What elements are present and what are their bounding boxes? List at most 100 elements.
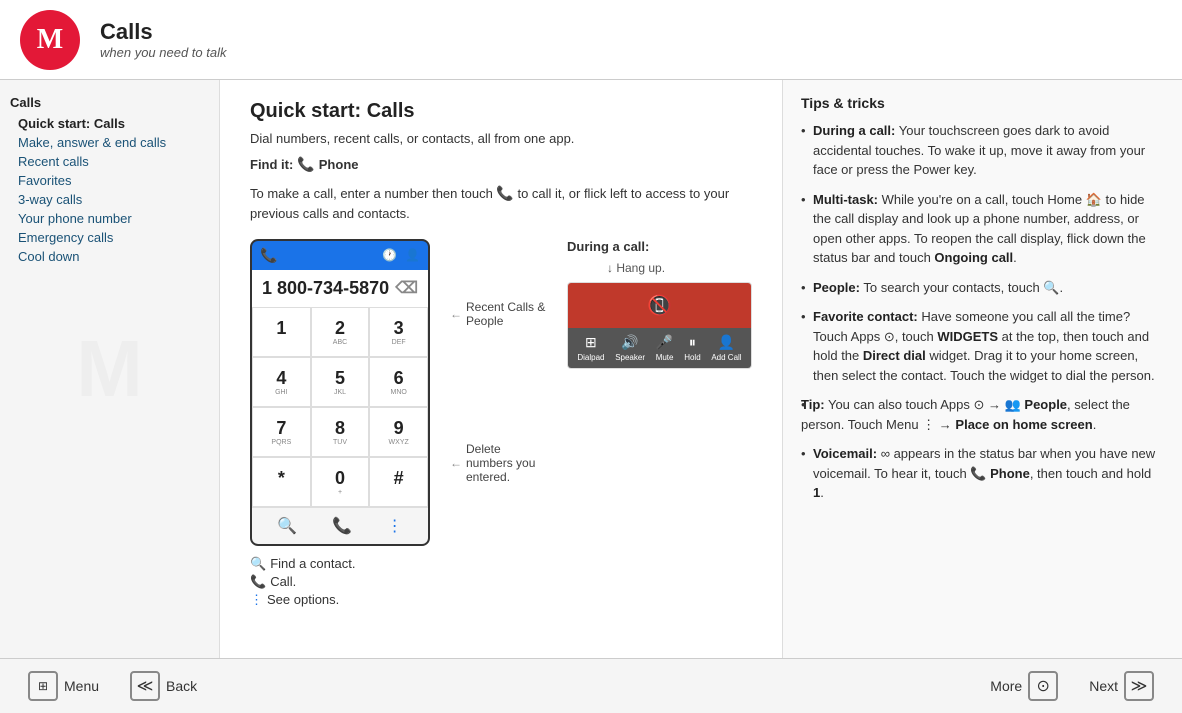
tip-multitask: Multi-task: While you're on a call, touc… xyxy=(801,190,1164,268)
content-body: Quick start: Calls Dial numbers, recent … xyxy=(250,100,752,608)
sidebar-item-cool-down[interactable]: Cool down xyxy=(10,247,209,266)
footer-right: More ⊙ Next ≫ xyxy=(982,667,1162,705)
call-option-speaker[interactable]: 🔊 Speaker xyxy=(615,334,645,362)
key-9[interactable]: 9WXYZ xyxy=(369,407,428,457)
arrow-icon: ← xyxy=(450,307,462,321)
key-2[interactable]: 2ABC xyxy=(311,307,370,357)
add-call-icon: 👤 xyxy=(718,334,735,351)
find-contact-text: Find a contact. xyxy=(270,556,355,571)
keypad: 1 2ABC 3DEF 4GHI 5JKL 6MNO 7PQRS 8TUV 9W… xyxy=(252,307,428,507)
find-it-label: Find it: xyxy=(250,157,293,172)
phone-annotations: ← Recent Calls & People ← Delete numbers… xyxy=(450,239,547,546)
annotations-below: 🔍 Find a contact. 📞 Call. ⋮ See options. xyxy=(250,556,752,608)
section-desc: Dial numbers, recent calls, or contacts,… xyxy=(250,131,752,146)
footer-left: ⊞ Menu ≪ Back xyxy=(20,667,205,705)
clock-icon: 🕐 xyxy=(382,248,397,262)
key-1[interactable]: 1 xyxy=(252,307,311,357)
call-option-hold[interactable]: ⏸ Hold xyxy=(684,334,700,362)
section-title: Quick start: Calls xyxy=(250,100,752,123)
sidebar-item-favorites[interactable]: Favorites xyxy=(10,171,209,190)
call-option-dialpad[interactable]: ⊞ Dialpad xyxy=(577,334,604,362)
sidebar: M Calls Quick start: Calls Make, answer … xyxy=(0,80,220,658)
see-options-text: See options. xyxy=(267,592,339,607)
sidebar-item-3way-calls[interactable]: 3-way calls xyxy=(10,190,209,209)
next-icon: ≫ xyxy=(1124,671,1154,701)
phone-mockup-wrapper: 📞 🕐 👤 1 800-734-5870 ⌫ xyxy=(250,239,430,546)
logo-letter: M xyxy=(37,24,63,56)
key-star[interactable]: * xyxy=(252,457,311,507)
phone-call-button[interactable]: 📞 xyxy=(260,247,277,264)
phone-number-display: 1 800-734-5870 xyxy=(262,278,389,299)
call-bottom-icon[interactable]: 📞 xyxy=(332,516,352,536)
right-panel: Tips & tricks During a call: Your touchs… xyxy=(782,80,1182,658)
during-call-label: During a call: xyxy=(567,239,752,254)
annotation-recent-text: Recent Calls & People xyxy=(466,300,547,328)
find-it: Find it: 📞 Phone xyxy=(250,156,752,173)
phone-top-bar: 📞 🕐 👤 xyxy=(252,241,428,270)
menu-bottom-icon[interactable]: ⋮ xyxy=(387,516,403,536)
key-8[interactable]: 8TUV xyxy=(311,407,370,457)
arrow-delete-icon: ← xyxy=(450,456,462,470)
key-4[interactable]: 4GHI xyxy=(252,357,311,407)
tip-term-during-call: During a call: xyxy=(813,123,895,138)
call-ann-icon: 📞 xyxy=(250,574,266,590)
speaker-icon: 🔊 xyxy=(621,334,638,351)
key-6[interactable]: 6MNO xyxy=(369,357,428,407)
menu-button[interactable]: ⊞ Menu xyxy=(20,667,107,705)
footer: ⊞ Menu ≪ Back More ⊙ Next ≫ xyxy=(0,658,1182,713)
tips-list: During a call: Your touchscreen goes dar… xyxy=(801,121,1164,503)
back-button[interactable]: ≪ Back xyxy=(122,667,205,705)
tip-label: Tip: You can also touch Apps ⊙ → 👥 Peopl… xyxy=(801,397,1130,432)
tip-term-voicemail: Voicemail: xyxy=(813,446,877,461)
tip-text-people: To search your contacts, touch 🔍. xyxy=(863,280,1063,295)
call-option-mute[interactable]: 🎤 Mute xyxy=(656,334,674,362)
phone-number-row: 1 800-734-5870 ⌫ xyxy=(252,270,428,307)
more-button[interactable]: More ⊙ xyxy=(982,667,1066,705)
tip-tip: Tip: You can also touch Apps ⊙ → 👥 Peopl… xyxy=(801,395,1164,434)
phone-icon: 📞 xyxy=(297,156,314,173)
phone-area: 📞 🕐 👤 1 800-734-5870 ⌫ xyxy=(250,239,752,546)
find-contact-icon: 🔍 xyxy=(250,556,266,572)
sidebar-item-emergency-calls[interactable]: Emergency calls xyxy=(10,228,209,247)
next-button[interactable]: Next ≫ xyxy=(1081,667,1162,705)
header: M Calls when you need to talk xyxy=(0,0,1182,80)
header-subtitle: when you need to talk xyxy=(100,45,226,60)
annotation-find-contact: 🔍 Find a contact. xyxy=(250,556,752,572)
mute-label: Mute xyxy=(656,353,674,362)
sidebar-item-your-phone-number[interactable]: Your phone number xyxy=(10,209,209,228)
sidebar-nav: Calls Quick start: Calls Make, answer & … xyxy=(10,95,209,266)
back-label: Back xyxy=(166,678,197,694)
add-call-label: Add Call xyxy=(711,353,741,362)
tip-people: People: To search your contacts, touch 🔍… xyxy=(801,278,1164,298)
call-option-add-call[interactable]: 👤 Add Call xyxy=(711,334,741,362)
tip-during-call: During a call: Your touchscreen goes dar… xyxy=(801,121,1164,180)
back-icon: ≪ xyxy=(130,671,160,701)
key-3[interactable]: 3DEF xyxy=(369,307,428,357)
key-0[interactable]: 0+ xyxy=(311,457,370,507)
more-icon: ⊙ xyxy=(1028,671,1058,701)
annotation-delete-text: Delete numbers you entered. xyxy=(466,442,547,484)
center-content: Quick start: Calls Dial numbers, recent … xyxy=(220,80,782,658)
annotation-recent: ← Recent Calls & People xyxy=(450,300,547,328)
tip-voicemail: Voicemail: ∞ appears in the status bar w… xyxy=(801,444,1164,503)
call-area: During a call: ↓ Hang up. 📵 ⊞ Dialpad xyxy=(567,239,752,546)
header-title: Calls xyxy=(100,19,226,45)
sidebar-item-recent-calls[interactable]: Recent calls xyxy=(10,152,209,171)
tips-title: Tips & tricks xyxy=(801,95,1164,111)
tip-term-favorite: Favorite contact: xyxy=(813,309,918,324)
motorola-logo: M xyxy=(20,10,80,70)
hang-up-button[interactable]: 📵 xyxy=(647,293,672,318)
search-bottom-icon[interactable]: 🔍 xyxy=(277,516,297,536)
call-mockup: 📵 ⊞ Dialpad 🔊 Speaker xyxy=(567,282,752,369)
sidebar-item-quick-start[interactable]: Quick start: Calls xyxy=(10,114,209,133)
delete-button[interactable]: ⌫ xyxy=(395,278,418,298)
people-icon: 👤 xyxy=(405,248,420,262)
key-hash[interactable]: # xyxy=(369,457,428,507)
dialpad-label: Dialpad xyxy=(577,353,604,362)
key-5[interactable]: 5JKL xyxy=(311,357,370,407)
menu-icon: ⊞ xyxy=(28,671,58,701)
sidebar-item-make-answer[interactable]: Make, answer & end calls xyxy=(10,133,209,152)
call-options-row: ⊞ Dialpad 🔊 Speaker 🎤 Mute xyxy=(568,328,751,368)
arrow-hangup: ↓ xyxy=(607,261,613,275)
key-7[interactable]: 7PQRS xyxy=(252,407,311,457)
